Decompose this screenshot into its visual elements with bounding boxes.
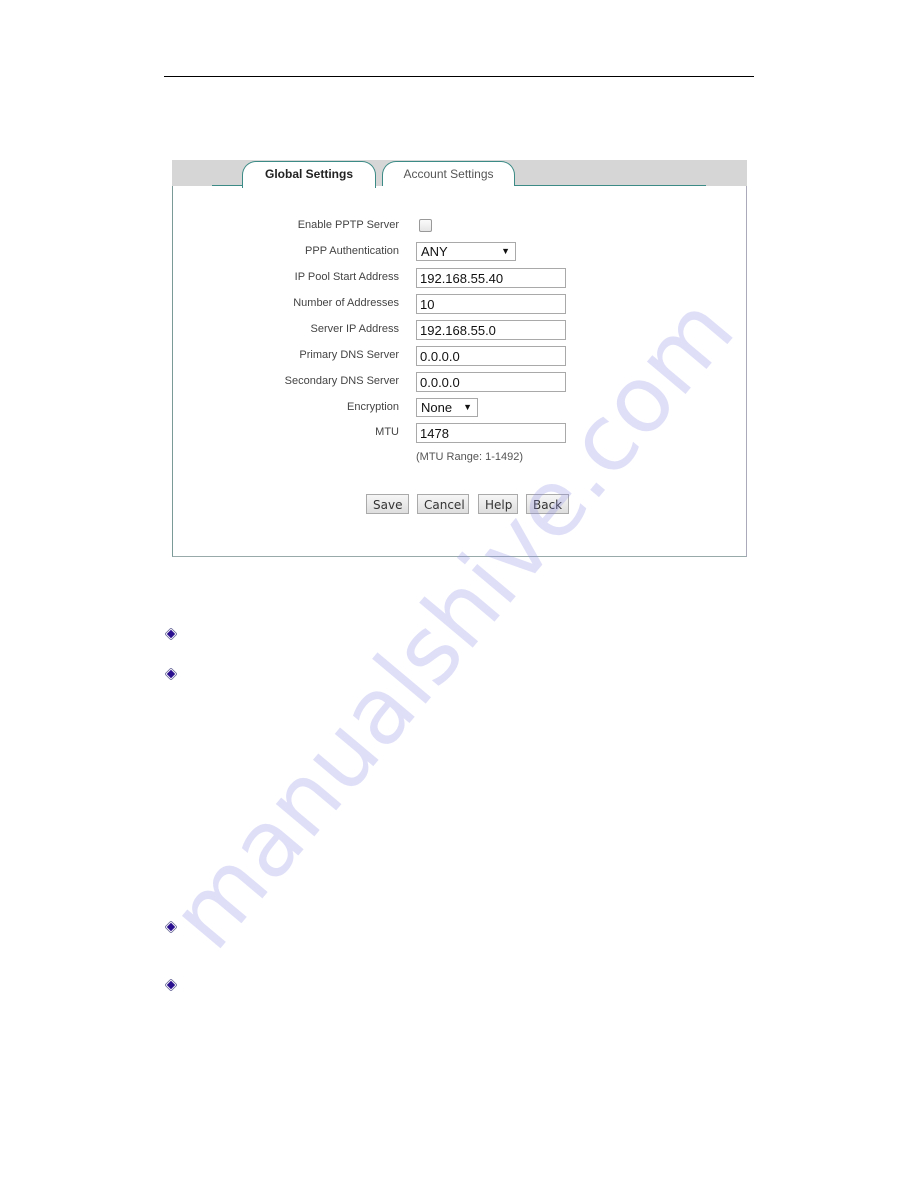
ip-pool-start-input[interactable] [416, 268, 566, 288]
primary-dns-label: Primary DNS Server [299, 349, 399, 361]
row-enable-pptp: Enable PPTP Server [172, 216, 747, 238]
enable-pptp-checkbox[interactable] [419, 219, 432, 232]
row-primary-dns: Primary DNS Server [172, 346, 747, 368]
mtu-range-hint: (MTU Range: 1-1492) [416, 451, 523, 463]
diamond-bullet-icon [165, 921, 177, 933]
row-ip-pool-start: IP Pool Start Address [172, 268, 747, 290]
encryption-label: Encryption [347, 401, 399, 413]
tab-account-settings[interactable]: Account Settings [382, 161, 515, 186]
tab-global-settings[interactable]: Global Settings [242, 161, 376, 188]
secondary-dns-label: Secondary DNS Server [284, 375, 399, 387]
row-encryption: Encryption None ▼ [172, 398, 747, 420]
secondary-dns-input[interactable] [416, 372, 566, 392]
enable-pptp-label: Enable PPTP Server [297, 219, 399, 231]
row-ppp-auth: PPP Authentication ANY ▼ [172, 242, 747, 264]
encryption-select[interactable]: None ▼ [416, 398, 478, 417]
ip-pool-start-label: IP Pool Start Address [294, 271, 399, 283]
chevron-down-icon: ▼ [501, 246, 510, 256]
num-addresses-label: Number of Addresses [293, 297, 399, 309]
ppp-auth-select[interactable]: ANY ▼ [416, 242, 516, 261]
row-num-addresses: Number of Addresses [172, 294, 747, 316]
num-addresses-input[interactable] [416, 294, 566, 314]
diamond-bullet-icon [165, 628, 177, 640]
save-button[interactable]: Save [366, 494, 409, 514]
ppp-auth-value: ANY [421, 244, 448, 259]
encryption-value: None [421, 400, 453, 415]
header-rule [164, 76, 754, 77]
row-mtu: MTU [172, 423, 747, 445]
mtu-input[interactable] [416, 423, 566, 443]
primary-dns-input[interactable] [416, 346, 566, 366]
row-server-ip: Server IP Address [172, 320, 747, 342]
cancel-button[interactable]: Cancel [417, 494, 469, 514]
help-button[interactable]: Help [478, 494, 518, 514]
diamond-bullet-icon [165, 668, 177, 680]
server-ip-input[interactable] [416, 320, 566, 340]
ppp-auth-label: PPP Authentication [305, 245, 399, 257]
mtu-label: MTU [375, 426, 399, 438]
row-secondary-dns: Secondary DNS Server [172, 372, 747, 394]
chevron-down-icon: ▼ [463, 402, 472, 412]
server-ip-label: Server IP Address [310, 323, 399, 335]
pptp-settings-panel: Account Settings Global Settings Enable … [172, 160, 747, 558]
back-button[interactable]: Back [526, 494, 569, 514]
diamond-bullet-icon [165, 979, 177, 991]
